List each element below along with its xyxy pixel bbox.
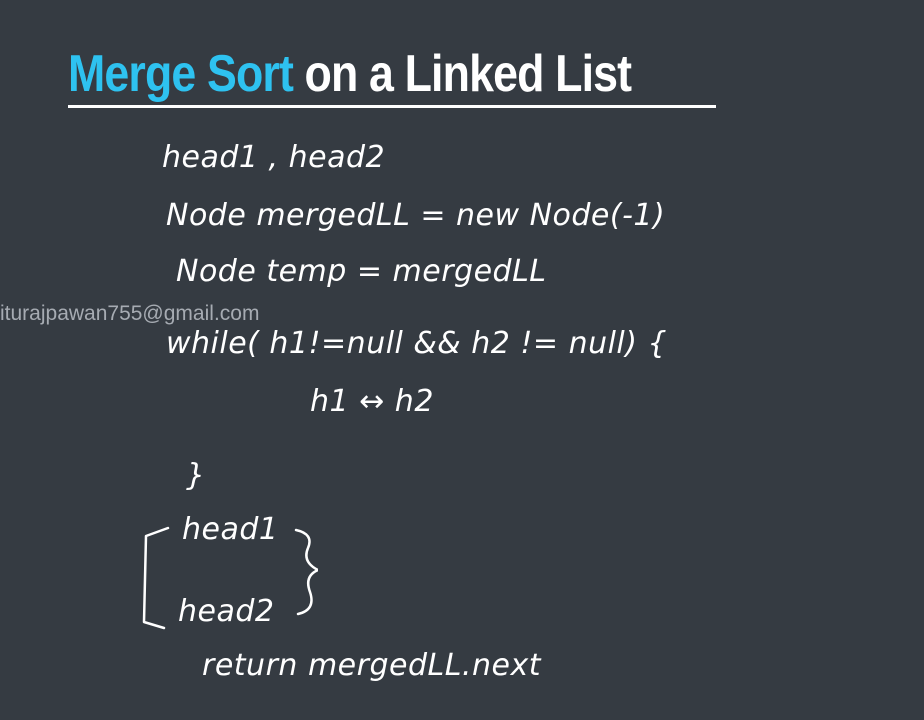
slide-title-accent: Merge Sort	[68, 45, 294, 103]
email-watermark: iturajpawan755@gmail.com	[0, 302, 260, 325]
note-line-close-brace: }	[186, 458, 206, 493]
note-line-return: return mergedLL.next	[202, 648, 541, 683]
slide-title-rest: on a Linked List	[292, 45, 633, 103]
note-line-heads: head1 , head2	[162, 140, 386, 175]
slide-title: Merge Sort on a Linked List	[68, 44, 633, 104]
note-line-while-loop: while( h1!=null && h2 != null) {	[166, 326, 668, 361]
note-line-merged-node: Node mergedLL = new Node(-1)	[166, 198, 666, 233]
slide: Merge Sort on a Linked List iturajpawan7…	[0, 0, 924, 720]
note-line-compare: h1 ↔ h2	[310, 384, 434, 419]
note-line-temp-node: Node temp = mergedLL	[176, 254, 547, 289]
leftover-bracket-annotation	[142, 526, 318, 630]
title-underline	[68, 105, 716, 108]
